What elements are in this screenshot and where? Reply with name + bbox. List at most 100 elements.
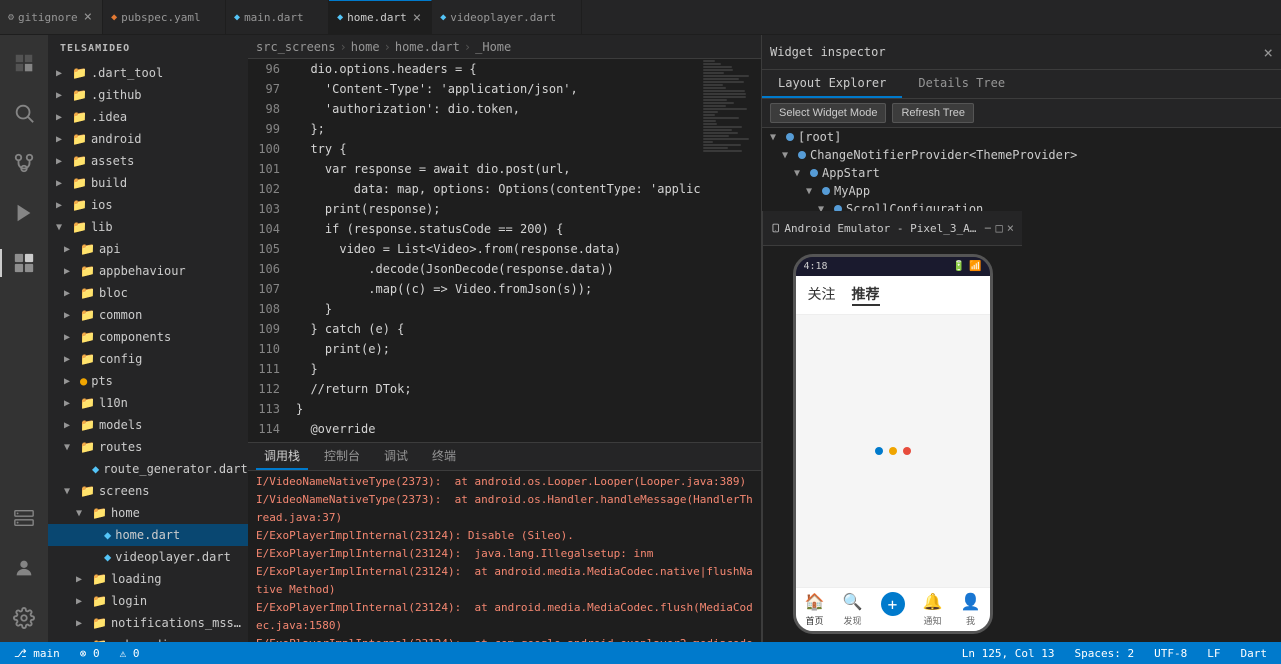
tab-close-gitignore[interactable]: × [82, 7, 94, 27]
breadcrumb-part-2[interactable]: home [351, 40, 380, 54]
sidebar-item-appbehaviour[interactable]: ▶📁appbehaviour [48, 260, 248, 282]
sidebar-item-videoplayer-dart[interactable]: ◆videoplayer.dart [48, 546, 248, 568]
status-bar: ⎇ main ⊗ 0 ⚠ 0 Ln 125, Col 13 Spaces: 2 … [0, 642, 1281, 664]
sidebar-item-components[interactable]: ▶📁components [48, 326, 248, 348]
log-tab-callstack[interactable]: 调用栈 [256, 443, 308, 470]
status-line-col[interactable]: Ln 125, Col 13 [958, 647, 1059, 660]
log-panel: 调用栈 控制台 调试 终端 I/VideoNameNativeType(2373… [248, 442, 761, 642]
log-line: E/ExoPlayerImplInternal(23124): at com.g… [256, 635, 753, 642]
sidebar-item-github[interactable]: ▶📁.github [48, 84, 248, 106]
activity-run[interactable] [0, 189, 48, 237]
sidebar-item-bloc[interactable]: ▶📁bloc [48, 282, 248, 304]
tab-icon-pubspec: ◆ [111, 12, 117, 23]
sidebar-item-login[interactable]: ▶📁login [48, 590, 248, 612]
activity-search[interactable] [0, 89, 48, 137]
status-encoding[interactable]: UTF-8 [1150, 647, 1191, 660]
home-icon: 🏠 [805, 592, 825, 612]
sidebar-item-build[interactable]: ▶📁build [48, 172, 248, 194]
phone-frame: 4:18 🔋 📶 关注 推荐 [793, 254, 993, 634]
loading-dots [875, 447, 911, 455]
log-tab-terminal[interactable]: 终端 [424, 443, 464, 470]
phone-nav-add[interactable]: + [881, 592, 905, 627]
tab-main-dart[interactable]: ◆ main.dart × [226, 0, 329, 35]
status-spaces[interactable]: Spaces: 2 [1071, 647, 1139, 660]
sidebar-item-lib[interactable]: ▼📁lib [48, 216, 248, 238]
search-nav-icon: 🔍 [843, 592, 863, 612]
sidebar-item-models[interactable]: ▶📁models [48, 414, 248, 436]
log-line: E/ExoPlayerImplInternal(23124): Disable … [256, 527, 753, 545]
sidebar-item-dart-tool[interactable]: ▶📁.dart_tool [48, 62, 248, 84]
sidebar-item-idea[interactable]: ▶📁.idea [48, 106, 248, 128]
breadcrumb-sep-1: › [339, 40, 346, 54]
phone-nav-discover[interactable]: 🔍 发现 [843, 592, 863, 627]
phone-nav-me[interactable]: 👤 我 [961, 592, 981, 627]
dot-3 [903, 447, 911, 455]
sidebar-item-common[interactable]: ▶📁common [48, 304, 248, 326]
select-widget-btn[interactable]: Select Widget Mode [770, 103, 886, 123]
sidebar-item-l10n[interactable]: ▶📁l10n [48, 392, 248, 414]
tab-home-dart[interactable]: ◆ home.dart × [329, 0, 432, 35]
tab-label-main-dart: main.dart [244, 11, 304, 24]
activity-explorer[interactable] [0, 39, 48, 87]
status-warnings[interactable]: ⚠ 0 [116, 647, 144, 660]
status-language[interactable]: Dart [1237, 647, 1272, 660]
tab-gitignore[interactable]: ⚙ gitignore × [0, 0, 103, 35]
device-close[interactable]: × [1007, 221, 1014, 235]
activity-extensions[interactable] [0, 239, 48, 287]
sidebar-item-home-folder[interactable]: ▼📁home [48, 502, 248, 524]
widget-tree-node[interactable]: ▼AppStart [762, 164, 1281, 182]
status-branch[interactable]: ⎇ main [10, 647, 64, 660]
log-line: I/VideoNameNativeType(2373): at android.… [256, 491, 753, 527]
log-header: 调用栈 控制台 调试 终端 [248, 443, 761, 471]
device-expand[interactable]: □ [996, 221, 1003, 235]
tab-label-home-dart: home.dart [347, 11, 407, 24]
breadcrumb-part-1[interactable]: src_screens [256, 40, 335, 54]
widget-tree-node[interactable]: ▼ScrollConfiguration [762, 200, 1281, 211]
widget-tree-node[interactable]: ▼[root] [762, 128, 1281, 146]
status-errors[interactable]: ⊗ 0 [76, 647, 104, 660]
log-tab-debug[interactable]: 调试 [376, 443, 416, 470]
sidebar-item-notifications[interactable]: ▶📁notifications_msssqqs [48, 612, 248, 634]
sidebar-item-screens[interactable]: ▼📁screens [48, 480, 248, 502]
sidebar-item-android[interactable]: ▶📁android [48, 128, 248, 150]
breadcrumb-part-3[interactable]: home.dart [395, 40, 460, 54]
phone-nav-notify[interactable]: 🔔 通知 [923, 592, 943, 627]
wifi-icon: 📶 [969, 261, 981, 272]
device-minimize[interactable]: − [984, 221, 991, 235]
phone-tab-recommend[interactable]: 推荐 [852, 284, 880, 306]
plus-icon: + [881, 592, 905, 616]
sidebar-item-pts[interactable]: ▶●pts [48, 370, 248, 392]
activity-remote[interactable] [0, 494, 48, 542]
code-lines[interactable]: dio.options.headers = { 'Content-Type': … [288, 59, 701, 442]
sidebar-item-route-generator[interactable]: ◆route_generator.dart [48, 458, 248, 480]
editor-content[interactable]: 9697989910010110210310410510610710810911… [248, 59, 761, 442]
tab-pubspec[interactable]: ◆ pubspec.yaml × [103, 0, 226, 35]
tab-close-home-dart[interactable]: × [411, 8, 423, 28]
inspector-tab-layout[interactable]: Layout Explorer [762, 70, 902, 98]
activity-source-control[interactable] [0, 139, 48, 187]
activity-settings[interactable] [0, 594, 48, 642]
sidebar-item-ios[interactable]: ▶📁ios [48, 194, 248, 216]
log-tab-console[interactable]: 控制台 [316, 443, 368, 470]
refresh-tree-btn[interactable]: Refresh Tree [892, 103, 974, 123]
sidebar-item-loading[interactable]: ▶📁loading [48, 568, 248, 590]
breadcrumb-part-4[interactable]: _Home [475, 40, 511, 54]
inspector-tab-details[interactable]: Details Tree [902, 70, 1021, 98]
tab-videoplayer[interactable]: ◆ videoplayer.dart × [432, 0, 581, 35]
sidebar-item-api[interactable]: ▶📁api [48, 238, 248, 260]
sidebar-item-assets[interactable]: ▶📁assets [48, 150, 248, 172]
widget-tree-node[interactable]: ▼MyApp [762, 182, 1281, 200]
sidebar-item-routes[interactable]: ▼📁routes [48, 436, 248, 458]
widget-tree-node[interactable]: ▼ChangeNotifierProvider<ThemeProvider> [762, 146, 1281, 164]
sidebar-item-home-dart[interactable]: ◆home.dart [48, 524, 248, 546]
widget-inspector-close[interactable]: × [1263, 43, 1273, 62]
phone-status-bar: 4:18 🔋 📶 [796, 257, 990, 276]
activity-account[interactable] [0, 544, 48, 592]
tab-bar: ⚙ gitignore × ◆ pubspec.yaml × ◆ main.da… [0, 0, 1281, 35]
sidebar-item-config[interactable]: ▶📁config [48, 348, 248, 370]
sidebar-item-onboarding[interactable]: ▶📁onboarding [48, 634, 248, 642]
phone-tab-follow[interactable]: 关注 [808, 284, 836, 306]
log-content[interactable]: I/VideoNameNativeType(2373): at android.… [248, 471, 761, 642]
status-line-ending[interactable]: LF [1203, 647, 1224, 660]
phone-nav-home[interactable]: 🏠 首页 [805, 592, 825, 627]
